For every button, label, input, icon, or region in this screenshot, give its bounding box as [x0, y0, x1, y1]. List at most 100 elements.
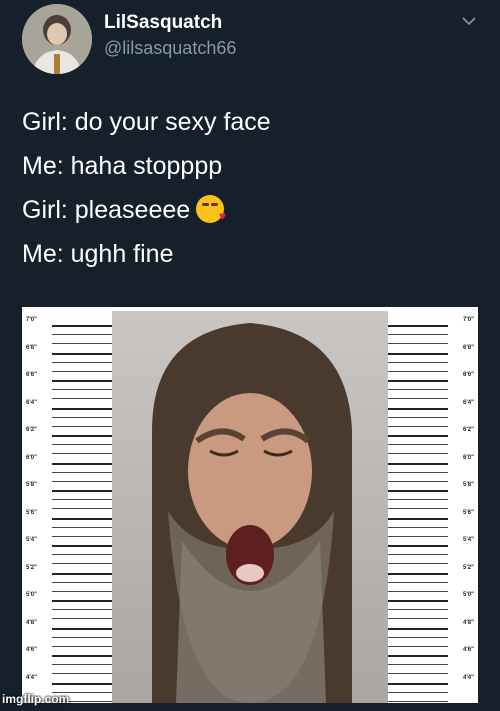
tweet-text: Girl: do your sexy face Me: haha stopppp…: [22, 100, 482, 276]
height-subline: [388, 691, 448, 693]
height-line: [52, 435, 112, 437]
height-label: 4'8": [463, 619, 474, 626]
height-mark: 7'0": [22, 317, 112, 344]
height-subline: [388, 700, 448, 702]
height-line: [52, 682, 112, 685]
avatar[interactable]: [22, 4, 92, 74]
height-subline: [52, 334, 112, 335]
height-subline: [388, 581, 448, 583]
mugshot-face-icon: [152, 323, 352, 703]
height-label: 5'6": [26, 509, 37, 516]
height-mark: 5'0": [22, 592, 112, 619]
height-label: 4'4": [463, 674, 474, 681]
height-label: 4'4": [26, 674, 37, 681]
height-label: 4'6": [26, 647, 37, 653]
height-subline: [388, 609, 448, 610]
height-line: [388, 517, 448, 520]
height-mark: 4'4": [388, 674, 478, 702]
height-line: [388, 600, 448, 602]
height-mark: 4'6": [388, 647, 478, 674]
height-label: 7'0": [463, 317, 474, 323]
height-line: [388, 545, 448, 547]
height-line: [388, 682, 448, 685]
height-line: [52, 462, 112, 465]
height-subline: [52, 636, 112, 638]
height-label: 5'4": [463, 537, 474, 543]
height-label: 6'4": [463, 399, 474, 406]
height-subline: [388, 636, 448, 638]
height-subline: [52, 664, 112, 665]
height-mark: 6'8": [388, 344, 478, 372]
height-mark: 5'8": [22, 482, 112, 509]
tweet-media-image[interactable]: 7'0" 6'8" 6'6" 6'4" 6'2" 6'0" 5'8" 5'6" 5'4" 5'2"…: [22, 307, 478, 703]
height-mark: 4'6": [22, 647, 112, 674]
height-scale-left: 7'0" 6'8" 6'6" 6'4" 6'2" 6'0" 5'8" 5'6" 5'4" 5'2"…: [22, 307, 112, 703]
user-handle[interactable]: @lilsasquatch66: [104, 38, 236, 59]
height-line: [388, 380, 448, 382]
height-label: 6'4": [26, 399, 37, 406]
chevron-down-icon[interactable]: [462, 14, 476, 28]
height-mark: 7'0": [388, 317, 478, 344]
height-subline: [52, 499, 112, 500]
height-subline: [388, 664, 448, 665]
height-label: 5'2": [463, 564, 474, 571]
height-line: [52, 490, 112, 492]
height-mark: 6'6": [22, 372, 112, 399]
height-subline: [52, 609, 112, 610]
height-scale-right: 7'0" 6'8" 6'6" 6'4" 6'2" 6'0" 5'8" 5'6" 5'4" 5'2"…: [388, 307, 478, 703]
height-mark: 6'6": [388, 372, 478, 399]
height-line: [388, 407, 448, 410]
height-label: 5'0": [26, 592, 37, 598]
kiss-emoji-icon: ♥: [196, 195, 226, 223]
height-subline: [52, 361, 112, 363]
height-subline: [52, 416, 112, 418]
height-line: [52, 325, 112, 327]
height-subline: [52, 554, 112, 555]
height-subline: [52, 389, 112, 390]
tweet-line: Me: haha stopppp: [22, 152, 223, 180]
height-mark: 6'2": [22, 427, 112, 454]
tweet-line: Girl: pleaseeee ♥: [22, 195, 227, 224]
height-label: 5'0": [463, 592, 474, 598]
height-label: 6'6": [463, 372, 474, 378]
avatar-photo-icon: [22, 4, 92, 74]
height-line: [388, 325, 448, 327]
watermark: imgflip.com: [2, 692, 70, 706]
height-label: 5'4": [26, 537, 37, 543]
height-line: [388, 352, 448, 355]
height-label: 5'8": [463, 482, 474, 488]
height-subline: [388, 471, 448, 473]
height-mark: 5'8": [388, 482, 478, 509]
height-subline: [388, 554, 448, 555]
height-subline: [52, 471, 112, 473]
height-line: [52, 545, 112, 547]
height-label: 5'2": [26, 564, 37, 571]
height-mark: 4'8": [22, 619, 112, 647]
height-line: [388, 655, 448, 657]
mugshot-photo: [112, 311, 388, 703]
height-label: 4'8": [26, 619, 37, 626]
height-label: 6'6": [26, 372, 37, 378]
height-mark: 6'4": [22, 399, 112, 427]
height-line: [388, 435, 448, 437]
height-line: [52, 600, 112, 602]
height-mark: 5'4": [22, 537, 112, 564]
height-mark: 5'4": [388, 537, 478, 564]
height-mark: 4'8": [388, 619, 478, 647]
height-line: [52, 572, 112, 575]
height-mark: 5'6": [388, 509, 478, 537]
height-subline: [388, 499, 448, 500]
height-line: [52, 380, 112, 382]
height-line: [52, 627, 112, 630]
height-subline: [388, 416, 448, 418]
display-name[interactable]: LilSasquatch: [104, 12, 222, 34]
height-line: [388, 572, 448, 575]
height-label: 5'6": [463, 509, 474, 516]
height-mark: 6'4": [388, 399, 478, 427]
height-label: 4'6": [463, 647, 474, 653]
tweet-header: LilSasquatch @lilsasquatch66: [0, 0, 500, 80]
height-label: 6'8": [463, 344, 474, 351]
height-subline: [388, 526, 448, 528]
height-subline: [52, 581, 112, 583]
height-line: [52, 655, 112, 657]
